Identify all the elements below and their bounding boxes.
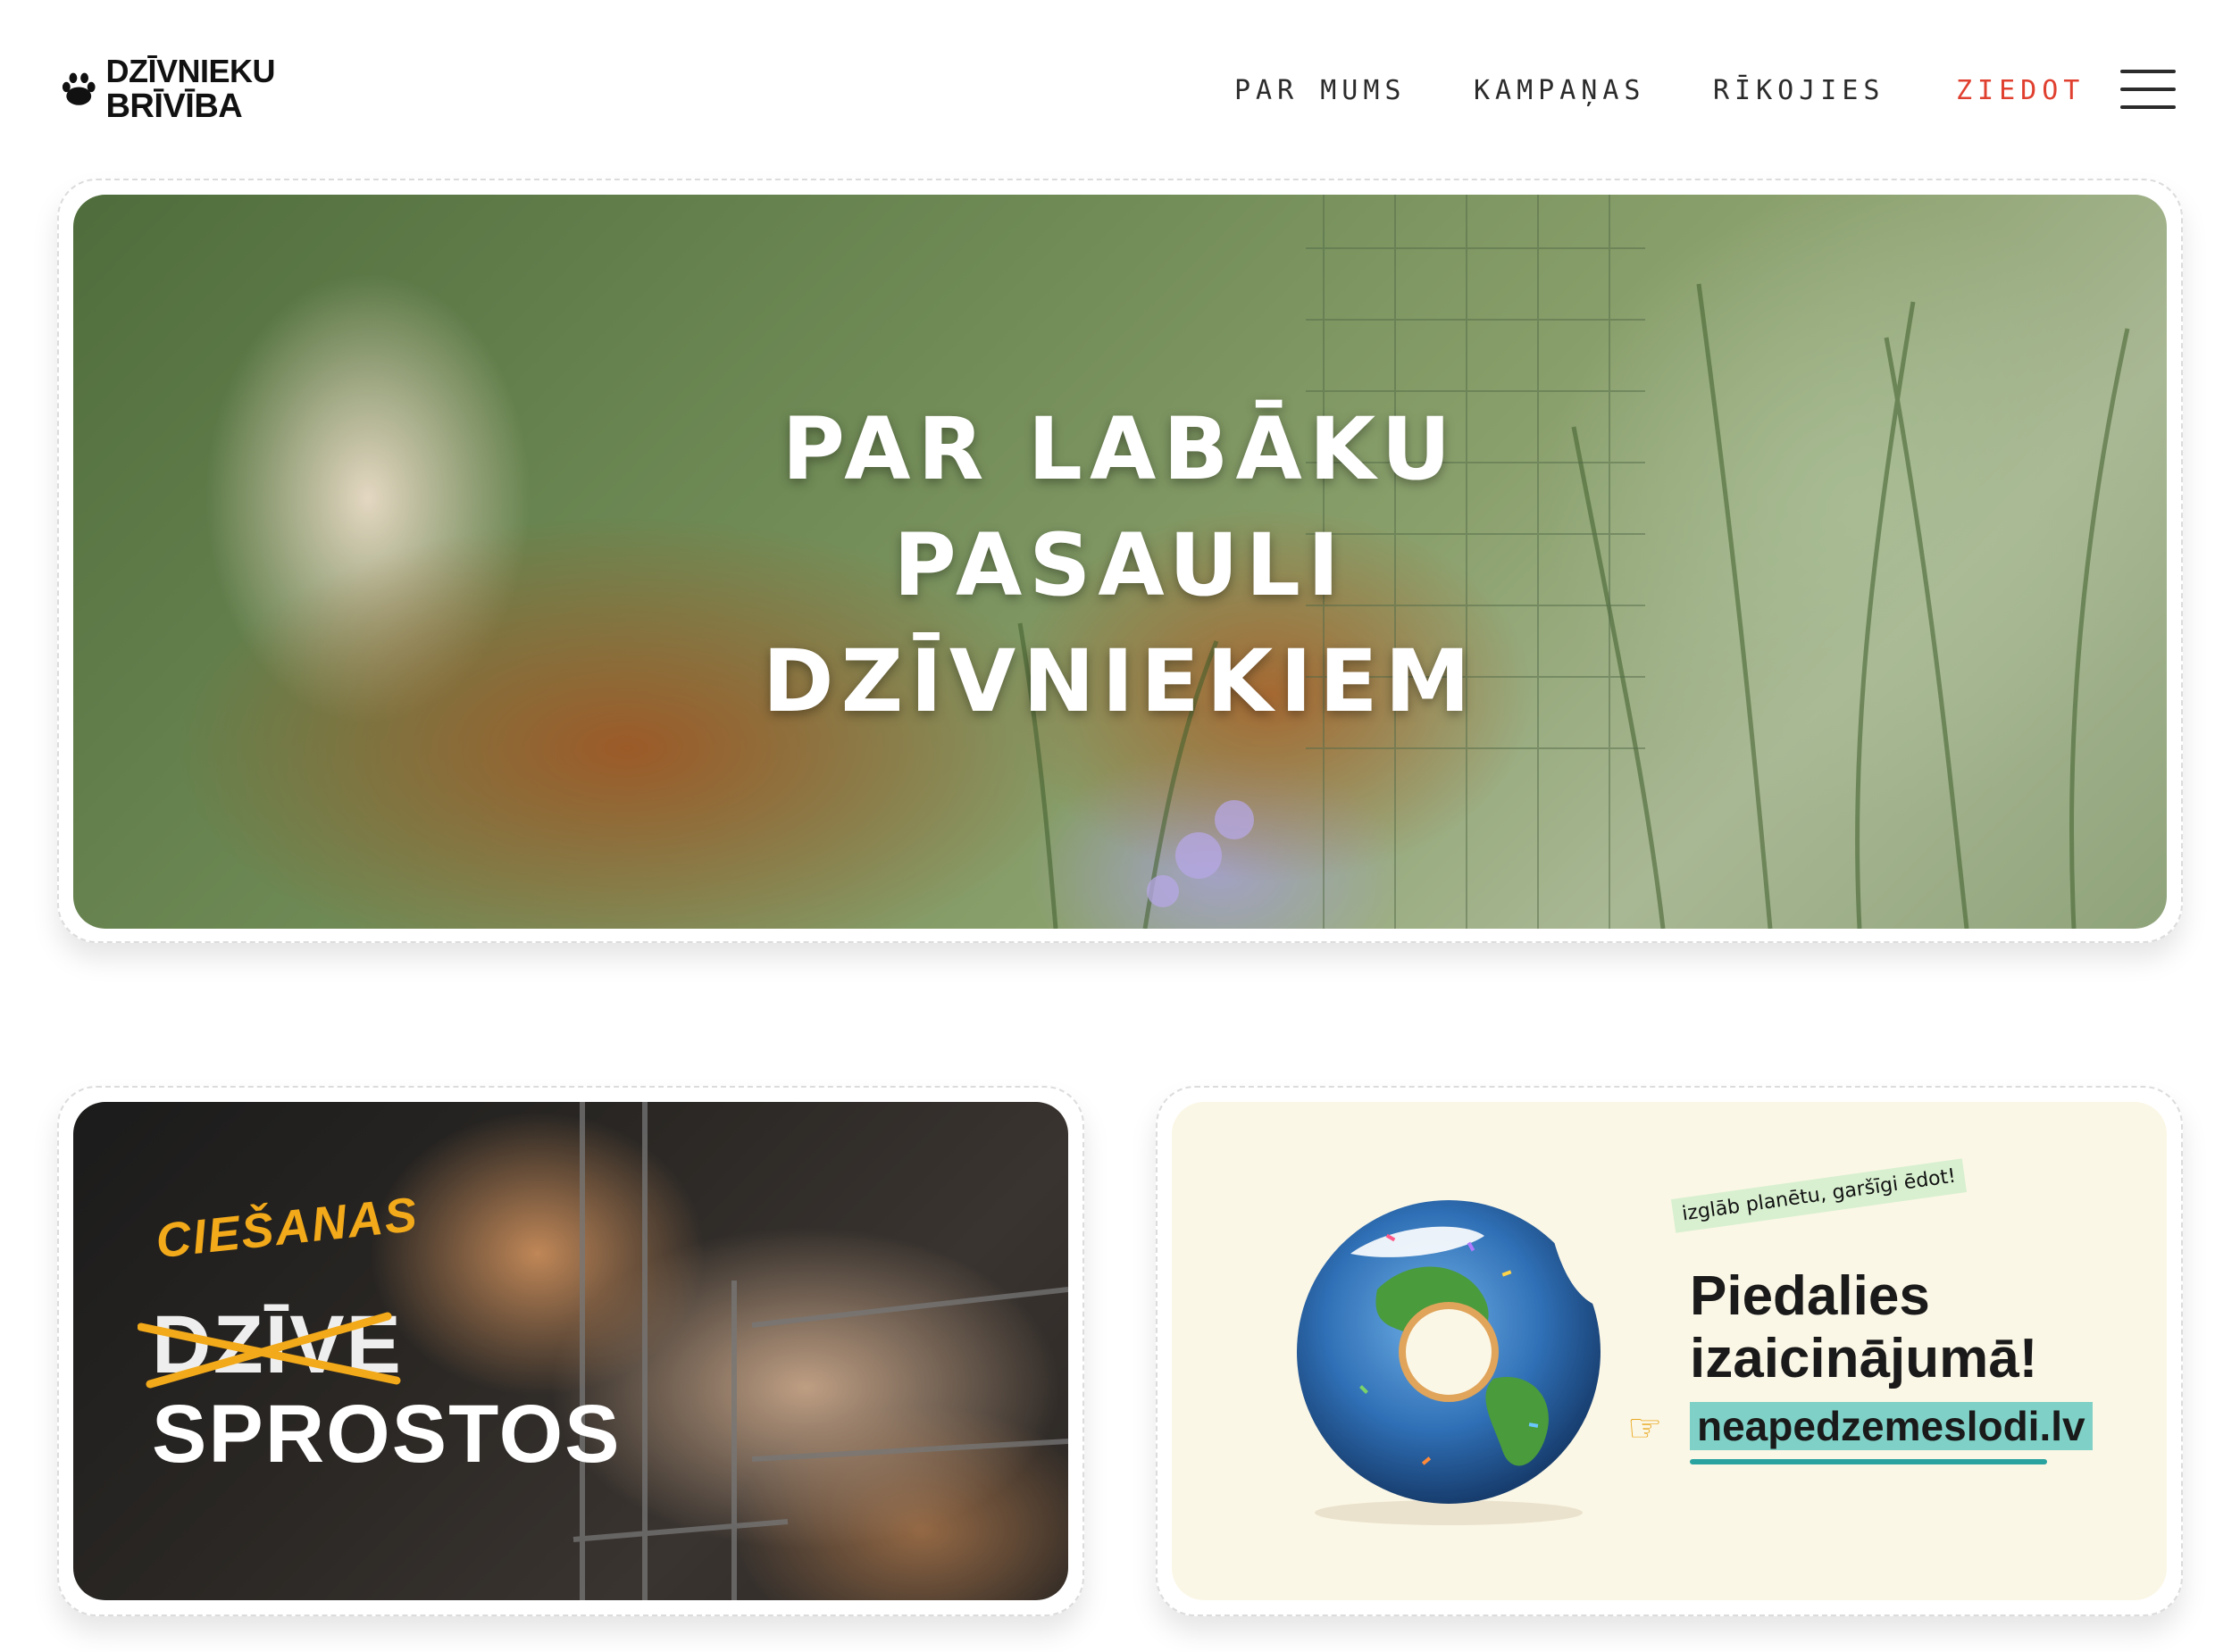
logo-line-2: BRĪVĪBA [105,87,243,125]
hero-title-line-1: PAR LABĀKU [781,399,1459,499]
cage-bottom-word: SPROSTOS [152,1389,622,1480]
nav-item-kampanas[interactable]: KAMPAŅAS [1474,75,1646,106]
hero-title-line-2: PASAULI [893,515,1347,615]
challenge-headline-1: Piedalies [1690,1265,1930,1327]
nav-item-rikojies[interactable]: RĪKOJIES [1713,75,1885,106]
nav-item-par-mums[interactable]: PAR MUMS [1234,75,1407,106]
strikethrough-mark [138,1312,401,1389]
hamburger-line [2120,88,2176,91]
promo-card-challenge[interactable]: izglāb planētu, garšīgi ēdot! Piedalies … [1172,1102,2167,1600]
hamburger-menu-icon[interactable] [2120,68,2176,111]
hero-banner[interactable]: PAR LABĀKU PASAULI DZĪVNIEKIEM [73,195,2167,929]
pointing-hand-icon: ☞ [1627,1406,1663,1450]
site-header: DZĪVNIEKU BRĪVĪBA PAR MUMS KAMPAŅAS RĪKO… [0,0,2240,179]
logo-line-1: DZĪVNIEKU [105,52,275,89]
paw-icon [62,72,96,105]
hero-title-line-3: DZĪVNIEKIEM [762,631,1478,731]
logo-text: DZĪVNIEKU BRĪVĪBA [105,52,275,125]
promo-card-cage-campaign[interactable]: CIEŠANAS DZĪVE SPROSTOS [73,1102,1068,1600]
nav-item-donate[interactable]: ZIEDOT [1956,75,2085,106]
hamburger-line [2120,70,2176,73]
challenge-link[interactable]: neapedzemeslodi.lv [1690,1402,2093,1450]
hero-title: PAR LABĀKU PASAULI DZĪVNIEKIEM [73,391,2167,739]
earth-donut-icon [1297,1200,1602,1525]
challenge-link-underline [1690,1459,2047,1464]
challenge-headline-2: izaicinājumā! [1690,1328,2038,1389]
logo[interactable]: DZĪVNIEKU BRĪVĪBA [61,52,275,125]
hamburger-line [2120,105,2176,109]
